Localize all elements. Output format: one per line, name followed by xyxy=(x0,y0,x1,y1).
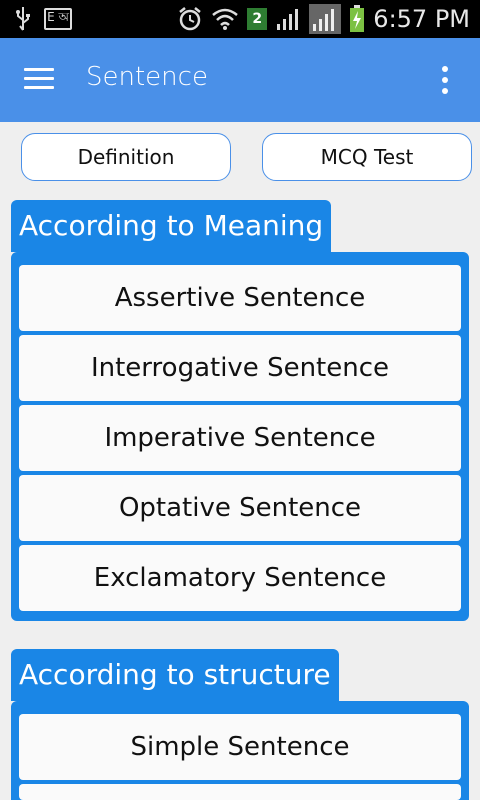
definition-button[interactable]: Definition xyxy=(21,133,231,181)
status-time: 6:57 PM xyxy=(373,5,470,33)
ebook-icon: E অ xyxy=(44,8,72,30)
list-item-optative[interactable]: Optative Sentence xyxy=(19,475,461,541)
sim-badge: 2 xyxy=(247,8,268,30)
list-item-simple[interactable]: Simple Sentence xyxy=(19,714,461,780)
more-vert-icon[interactable] xyxy=(442,66,450,96)
wifi-icon xyxy=(212,8,239,30)
section-title-meaning: According to Meaning xyxy=(11,200,332,252)
signal-icon-2 xyxy=(309,4,342,34)
list-item-exclamatory[interactable]: Exclamatory Sentence xyxy=(19,545,461,611)
list-item-interrogative[interactable]: Interrogative Sentence xyxy=(19,335,461,401)
list-item-next[interactable] xyxy=(19,784,461,800)
section-structure: Simple Sentence xyxy=(11,701,469,800)
alarm-icon xyxy=(179,7,202,31)
usb-icon xyxy=(16,7,30,31)
status-left: E অ xyxy=(14,6,72,32)
status-bar: E অ 2 6:57 PM xyxy=(0,0,480,38)
hamburger-menu-icon[interactable] xyxy=(24,68,54,92)
mcq-test-button[interactable]: MCQ Test xyxy=(262,133,472,181)
list-item-assertive[interactable]: Assertive Sentence xyxy=(19,265,461,331)
list-item-imperative[interactable]: Imperative Sentence xyxy=(19,405,461,471)
section-title-structure: According to structure xyxy=(11,649,339,701)
battery-charging-icon xyxy=(350,5,365,32)
signal-icon xyxy=(277,9,299,30)
app-bar: Sentence xyxy=(0,38,480,122)
section-meaning: Assertive Sentence Interrogative Sentenc… xyxy=(11,252,469,621)
status-right: 2 6:57 PM xyxy=(177,4,470,34)
page-title: Sentence xyxy=(86,62,208,92)
